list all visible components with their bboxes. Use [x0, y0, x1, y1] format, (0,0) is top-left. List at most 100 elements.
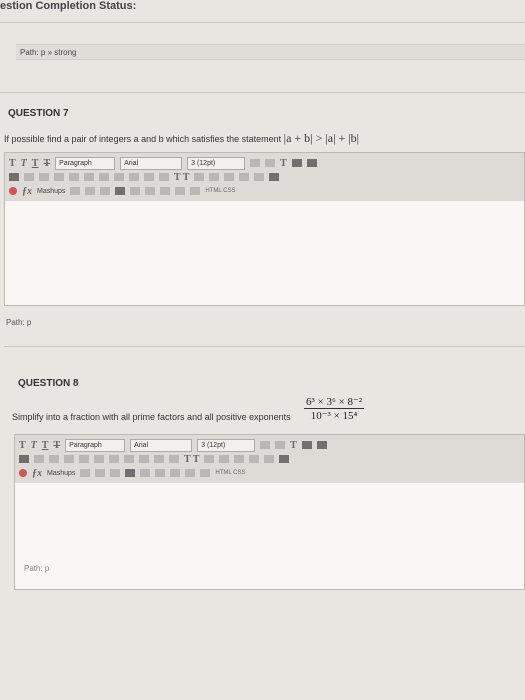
underline-button[interactable]: T	[32, 158, 39, 169]
numbered-list-icon[interactable]	[265, 159, 276, 167]
horizontal-rule-icon[interactable]	[254, 173, 265, 181]
align-center-icon[interactable]	[124, 455, 134, 463]
find-icon[interactable]	[64, 455, 74, 463]
align-left-icon[interactable]	[109, 455, 119, 463]
emoticon-icon[interactable]	[110, 469, 121, 477]
strikethrough-button[interactable]: T	[43, 158, 50, 169]
indent-icon[interactable]	[159, 173, 169, 181]
question-7-editor[interactable]: T T T T Paragraph Arial 3 (12pt) T T T ƒ…	[4, 152, 525, 306]
paragraph-icon[interactable]	[70, 187, 81, 195]
record-icon[interactable]	[19, 469, 27, 477]
italic-button[interactable]: T	[31, 440, 37, 451]
quote-icon[interactable]	[95, 469, 106, 477]
toolbar-row-1: T T T T Paragraph Arial 3 (12pt) T	[15, 438, 524, 452]
completion-status-label: estion Completion Status:	[0, 0, 137, 12]
question-7-prompt-text: If possible find a pair of integers a an…	[4, 134, 282, 144]
size-select[interactable]: 3 (12pt)	[187, 156, 246, 170]
table-insert-col-icon[interactable]	[160, 187, 171, 195]
formula-icon[interactable]: ƒx	[32, 468, 42, 479]
question-8-editor[interactable]: T T T T Paragraph Arial 3 (12pt) T T T ƒ…	[14, 434, 525, 590]
cut-icon[interactable]	[9, 173, 19, 181]
redo-icon[interactable]	[84, 173, 94, 181]
pen-icon[interactable]	[291, 159, 302, 167]
table-delete-icon[interactable]	[175, 187, 186, 195]
anchor-icon[interactable]	[125, 469, 136, 477]
spellcheck-icon[interactable]	[269, 173, 280, 181]
highlight-icon[interactable]	[316, 441, 327, 449]
bold-button[interactable]: T	[9, 158, 16, 169]
unlink-icon[interactable]	[219, 455, 230, 463]
table-delete-icon[interactable]	[185, 469, 196, 477]
question-7-answer-area[interactable]	[5, 201, 524, 305]
record-icon[interactable]	[9, 187, 17, 195]
paragraph-rtl-icon[interactable]	[249, 455, 260, 463]
strikethrough-button[interactable]: T	[53, 440, 60, 451]
question-8-numerator: 6³ × 3⁶ × 8⁻²	[304, 396, 365, 409]
text-color-icon[interactable]: T	[280, 158, 287, 169]
justify-icon[interactable]	[154, 455, 164, 463]
text-color-icon[interactable]: T	[290, 440, 297, 451]
divider	[4, 346, 525, 347]
question-8-answer-area[interactable]	[15, 483, 524, 589]
unlink-icon[interactable]	[209, 173, 220, 181]
find-icon[interactable]	[54, 173, 64, 181]
horizontal-rule-icon[interactable]	[264, 455, 275, 463]
size-select[interactable]: 3 (12pt)	[197, 438, 256, 452]
undo-icon[interactable]	[79, 455, 89, 463]
mashups-select[interactable]: Mashups	[37, 188, 65, 195]
question-7-title: QUESTION 7	[8, 108, 69, 119]
table-icon[interactable]	[140, 469, 151, 477]
redo-icon[interactable]	[94, 455, 104, 463]
copy-icon[interactable]	[34, 455, 44, 463]
formula-icon[interactable]: ƒx	[22, 186, 32, 197]
superscript-subscript-button[interactable]: T T	[174, 172, 189, 183]
underline-button[interactable]: T	[42, 440, 49, 451]
html-css-button[interactable]: HTML CSS	[205, 188, 235, 194]
numbered-list-icon[interactable]	[275, 441, 286, 449]
bold-button[interactable]: T	[19, 440, 26, 451]
align-right-icon[interactable]	[129, 173, 139, 181]
paste-icon[interactable]	[49, 455, 59, 463]
italic-button[interactable]: T	[21, 158, 27, 169]
bullet-list-icon[interactable]	[250, 159, 261, 167]
cut-icon[interactable]	[19, 455, 29, 463]
align-right-icon[interactable]	[139, 455, 149, 463]
bullet-list-icon[interactable]	[260, 441, 271, 449]
table-icon[interactable]	[130, 187, 141, 195]
table-merge-icon[interactable]	[200, 469, 211, 477]
link-icon[interactable]	[204, 455, 215, 463]
copy-icon[interactable]	[24, 173, 34, 181]
question-8-title: QUESTION 8	[18, 378, 79, 389]
justify-icon[interactable]	[144, 173, 154, 181]
paragraph-ltr-icon[interactable]	[224, 173, 235, 181]
paste-icon[interactable]	[39, 173, 49, 181]
indent-icon[interactable]	[169, 455, 179, 463]
quote-icon[interactable]	[85, 187, 96, 195]
toolbar-row-3: ƒx Mashups HTML CSS	[5, 184, 524, 198]
undo-icon[interactable]	[69, 173, 79, 181]
emoticon-icon[interactable]	[100, 187, 111, 195]
pen-icon[interactable]	[301, 441, 312, 449]
highlight-icon[interactable]	[306, 159, 317, 167]
html-css-button[interactable]: HTML CSS	[215, 470, 245, 476]
font-select[interactable]: Arial	[130, 438, 193, 452]
table-insert-row-icon[interactable]	[155, 469, 166, 477]
paragraph-icon[interactable]	[80, 469, 91, 477]
font-select[interactable]: Arial	[120, 156, 183, 170]
format-select[interactable]: Paragraph	[65, 438, 126, 452]
table-insert-col-icon[interactable]	[170, 469, 181, 477]
spellcheck-icon[interactable]	[279, 455, 290, 463]
align-left-icon[interactable]	[99, 173, 109, 181]
paragraph-rtl-icon[interactable]	[239, 173, 250, 181]
table-merge-icon[interactable]	[190, 187, 201, 195]
path-bar-top: Path: p » strong	[16, 44, 525, 60]
link-icon[interactable]	[194, 173, 205, 181]
table-insert-row-icon[interactable]	[145, 187, 156, 195]
toolbar-row-3: ƒx Mashups HTML CSS	[15, 466, 524, 480]
align-center-icon[interactable]	[114, 173, 124, 181]
anchor-icon[interactable]	[115, 187, 126, 195]
superscript-subscript-button[interactable]: T T	[184, 454, 199, 465]
paragraph-ltr-icon[interactable]	[234, 455, 245, 463]
format-select[interactable]: Paragraph	[55, 156, 116, 170]
mashups-select[interactable]: Mashups	[47, 470, 75, 477]
